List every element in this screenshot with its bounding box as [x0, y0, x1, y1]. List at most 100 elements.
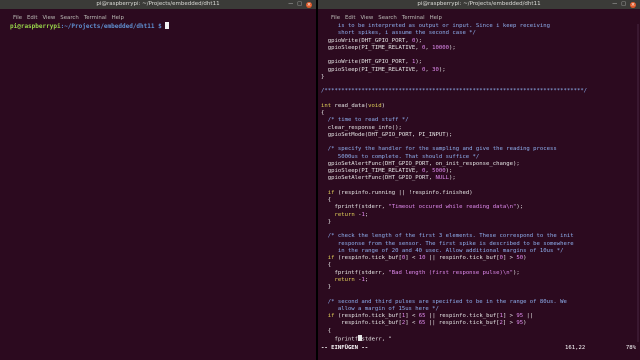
- code-comment: /* specify the handler for the sampling …: [321, 146, 557, 153]
- menu-view[interactable]: View: [360, 14, 373, 22]
- code-text: );: [449, 175, 456, 182]
- code-line[interactable]: if (respinfo.tick_buf[0] < 10 || respinf…: [321, 255, 636, 262]
- code-line[interactable]: if (respinfo.tick_buf[1] < 65 || respinf…: [321, 313, 636, 320]
- menu-file[interactable]: File: [13, 14, 22, 22]
- code-text: respinfo.tick_buf[: [321, 320, 402, 327]
- code-line[interactable]: /* specify the handler for the sampling …: [321, 146, 636, 153]
- code-text: ] >: [502, 255, 517, 261]
- code-text: }: [321, 284, 332, 290]
- code-text: fprintf(stderr,: [321, 204, 389, 211]
- code-comment: /***************************************…: [321, 88, 588, 95]
- menu-edit[interactable]: Edit: [345, 14, 355, 22]
- code-comment: 5000us to complete. That should suffice …: [321, 153, 480, 160]
- code-text: );: [449, 44, 456, 51]
- menu-terminal[interactable]: Terminal: [84, 14, 107, 22]
- left-menubar: File Edit View Search Terminal Help: [0, 14, 316, 22]
- code-keyword: if: [327, 313, 335, 319]
- code-comment: short spikes, i assume the second case *…: [321, 30, 476, 37]
- code-line[interactable]: [321, 81, 636, 88]
- code-line[interactable]: /* second and third pulses are specified…: [321, 299, 636, 306]
- vim-editor-buffer[interactable]: is to be interpreted as output or input.…: [321, 23, 636, 342]
- minimize-icon[interactable]: —: [288, 0, 293, 9]
- menu-view[interactable]: View: [42, 14, 55, 22]
- code-line[interactable]: /* time to read stuff */: [321, 117, 636, 124]
- code-line[interactable]: is to be interpreted as output or input.…: [321, 23, 636, 30]
- right-terminal-window[interactable]: pi@raspberrypi: ~/Projects/embedded/dht1…: [318, 0, 640, 360]
- code-line[interactable]: gpioSleep(PI_TIME_RELATIVE, 0, 30);: [321, 67, 636, 74]
- menu-search[interactable]: Search: [60, 14, 79, 22]
- code-line[interactable]: [321, 291, 636, 298]
- code-line[interactable]: gpioSetAlertFunc(DHT_GPIO_PORT, NULL);: [321, 175, 636, 182]
- code-comment: in the range of 20 and 40 usec. Allow ad…: [321, 247, 564, 254]
- code-line[interactable]: /***************************************…: [321, 88, 636, 95]
- maximize-icon[interactable]: □: [621, 0, 626, 9]
- code-text: ] <: [405, 313, 419, 319]
- code-text: );: [445, 168, 453, 174]
- code-literal: 10000: [432, 44, 450, 51]
- code-line[interactable]: gpioWrite(DHT_GPIO_PORT, 0);: [321, 38, 636, 45]
- code-line[interactable]: allow a margin of 15us here */: [321, 306, 636, 313]
- menu-help[interactable]: Help: [430, 14, 442, 22]
- close-icon[interactable]: ×: [306, 1, 312, 8]
- code-text: {: [321, 327, 332, 334]
- code-line[interactable]: [321, 96, 636, 103]
- code-keyword: if: [327, 189, 335, 196]
- menu-file[interactable]: File: [331, 14, 340, 22]
- code-line[interactable]: {: [321, 197, 636, 204]
- code-text: ): [381, 102, 386, 109]
- scrollbar[interactable]: [637, 24, 639, 342]
- menu-terminal[interactable]: Terminal: [402, 14, 425, 22]
- code-text: ;: [364, 211, 369, 218]
- code-line[interactable]: gpioSleep(PI_TIME_RELATIVE, 0, 10000);: [321, 45, 636, 52]
- code-line[interactable]: gpioSleep(PI_TIME_RELATIVE, 0, 5000);: [321, 168, 636, 175]
- code-line[interactable]: }: [321, 74, 636, 81]
- code-line[interactable]: /* check the length of the first 3 eleme…: [321, 233, 636, 240]
- code-line[interactable]: fprintf(stderr, "Bad length (first respo…: [321, 270, 636, 277]
- code-line[interactable]: {: [321, 262, 636, 269]
- code-line[interactable]: [321, 226, 636, 233]
- code-line[interactable]: return -1;: [321, 212, 636, 219]
- close-icon[interactable]: ×: [630, 1, 636, 8]
- left-terminal-output[interactable]: pi@raspberrypi:~/Projects/embedded/dht11…: [10, 22, 316, 31]
- code-line[interactable]: if (respinfo.running || !respinfo.finish…: [321, 190, 636, 197]
- code-line[interactable]: fprintf(stderr, "Timeout occured while r…: [321, 204, 636, 211]
- code-text: ;: [364, 276, 369, 283]
- maximize-icon[interactable]: □: [297, 0, 302, 9]
- code-line[interactable]: }: [321, 284, 636, 291]
- menu-search[interactable]: Search: [378, 14, 397, 22]
- code-text: gpioSetMode(DHT_GPIO_PORT, PI_INPUT);: [321, 131, 453, 138]
- code-text: (respinfo.running || !respinfo.finished): [334, 189, 473, 196]
- code-literal: "Timeout occured while reading data\n": [388, 204, 517, 211]
- left-titlebar[interactable]: pi@raspberrypi: ~/Projects/embedded/dht1…: [0, 0, 316, 9]
- code-line[interactable]: {: [321, 328, 636, 335]
- code-line[interactable]: [321, 183, 636, 190]
- left-terminal-window[interactable]: pi@raspberrypi: ~/Projects/embedded/dht1…: [0, 0, 316, 360]
- code-line[interactable]: response from the sensor. The first spik…: [321, 241, 636, 248]
- code-line[interactable]: respinfo.tick_buf[2] < 65 || respinfo.ti…: [321, 320, 636, 327]
- minimize-icon[interactable]: —: [612, 0, 617, 9]
- code-line[interactable]: gpioSetMode(DHT_GPIO_PORT, PI_INPUT);: [321, 132, 636, 139]
- code-line[interactable]: gpioSetAlertFunc(DHT_GPIO_PORT, on_init_…: [321, 161, 636, 168]
- menu-help[interactable]: Help: [112, 14, 124, 22]
- code-comment: /* time to read stuff */: [321, 117, 409, 124]
- right-titlebar[interactable]: pi@raspberrypi: ~/Projects/embedded/dht1…: [318, 0, 640, 9]
- code-line[interactable]: return -1;: [321, 277, 636, 284]
- code-line[interactable]: [321, 52, 636, 59]
- right-menubar: File Edit View Search Terminal Help: [318, 14, 640, 22]
- code-line[interactable]: {: [321, 110, 636, 117]
- code-text: );: [516, 204, 524, 211]
- code-line[interactable]: int read_data(void): [321, 103, 636, 110]
- code-line[interactable]: clear_response_info();: [321, 125, 636, 132]
- code-line[interactable]: 5000us to complete. That should suffice …: [321, 154, 636, 161]
- code-text: {: [321, 110, 325, 116]
- code-line[interactable]: fprintf stderr, ": [321, 334, 636, 342]
- code-line[interactable]: gpioWrite(DHT_GPIO_PORT, 1);: [321, 59, 636, 66]
- menu-edit[interactable]: Edit: [27, 14, 37, 22]
- code-line[interactable]: }: [321, 219, 636, 226]
- code-text: ] >: [502, 313, 517, 319]
- code-line[interactable]: [321, 139, 636, 146]
- code-line[interactable]: short spikes, i assume the second case *…: [321, 30, 636, 37]
- code-line[interactable]: in the range of 20 and 40 usec. Allow ad…: [321, 248, 636, 255]
